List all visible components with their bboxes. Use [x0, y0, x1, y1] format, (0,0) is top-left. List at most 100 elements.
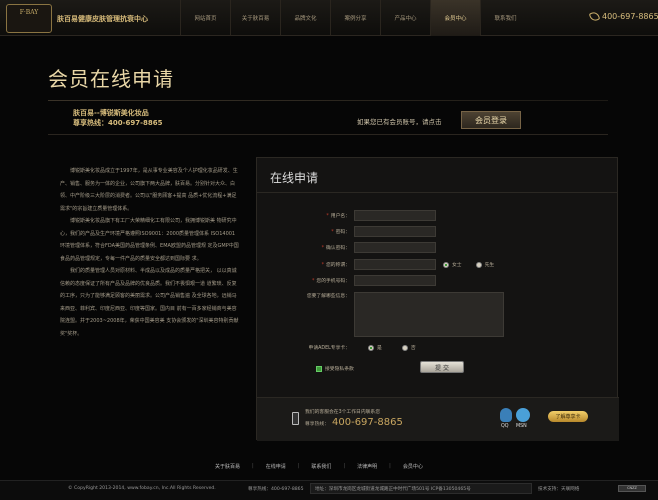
sms-no-option[interactable]: 否 — [401, 344, 416, 351]
password-row: * 密码： — [257, 226, 436, 237]
tech-support[interactable]: 技术支持：天联网络 — [538, 486, 579, 492]
sms-yes-option[interactable]: 是 — [368, 344, 382, 351]
info-label: 您要了解哪些信息： — [306, 294, 350, 299]
company-description: 博锐斯美化妆品成立于1997年，是从事专业美容及个人护理化妆品研发、生产、销售、… — [60, 165, 240, 340]
stats-badge[interactable]: CNZZ — [618, 485, 646, 492]
confirm-row: * 确认密码： — [257, 242, 436, 253]
cs-phone-number: 400-697-8865 — [332, 417, 403, 428]
required-mark: * — [312, 279, 315, 284]
agree-row: 接受隐私条款 — [316, 365, 354, 372]
description-paragraph: 我们的质量管理人员对原材料、半成品以及成品的质量严格把关， 以以真诚信赖的态度保… — [60, 268, 239, 337]
password-label-text: 密码： — [335, 230, 350, 235]
footer-address: 地址：深圳市龙岗区龙城街道龙城路正中时代广场501号 ICP备13050465号 — [310, 483, 532, 494]
username-row: * 用户名： — [257, 210, 436, 221]
radio-icon[interactable] — [401, 344, 408, 351]
footer-separator: | — [297, 463, 300, 469]
hotline-number: 400-697-8865 — [602, 12, 658, 21]
brand-name: 肤百易健康皮肤管理抗衰中心 — [57, 15, 148, 23]
sms-yes-label: 是 — [377, 346, 382, 351]
brand-logo[interactable]: F·BAY — [6, 4, 52, 33]
confirm-label-text: 确认密码： — [326, 246, 350, 251]
username-label: * 用户名： — [257, 212, 354, 219]
msn-label: MSN — [516, 424, 527, 429]
application-form: 在线申请 * 用户名： * 密码： * 确认密码： * 您的称谓： 女士 先生 * 您的手… — [256, 157, 619, 441]
password-label: * 密码： — [257, 228, 354, 235]
radio-checked-icon[interactable] — [368, 344, 374, 351]
nav-products[interactable]: 产品中心 — [380, 0, 430, 36]
cs-note: 我们的客服会在3个工作日内联系您 — [305, 410, 381, 415]
mobile-input[interactable] — [354, 275, 436, 286]
submit-button[interactable]: 提 交 — [420, 361, 464, 373]
footer-link-about[interactable]: 关于肤百易 — [215, 463, 240, 470]
company-info: 肤百易--博锐斯美化妆品 尊享热线：400-697-8865 — [73, 108, 163, 128]
confirm-password-input[interactable] — [354, 242, 436, 253]
info-textarea[interactable] — [354, 292, 504, 337]
company-name: 肤百易--博锐斯美化妆品 — [73, 109, 149, 117]
cs-phone-label: 尊享热线： — [305, 422, 329, 427]
member-question: 如果您已有会员账号，请点击 — [357, 118, 442, 126]
cs-phone: 尊享热线： 400-697-8865 — [305, 417, 403, 428]
password-input[interactable] — [354, 226, 436, 237]
footer-link-legal[interactable]: 法律声明 — [357, 463, 377, 470]
required-mark: * — [321, 246, 324, 251]
footer-link-member[interactable]: 会员中心 — [403, 463, 423, 470]
required-mark: * — [326, 214, 329, 219]
mobile-phone-icon — [292, 412, 299, 425]
divider — [48, 100, 608, 101]
phone-icon — [588, 10, 601, 23]
sms-row: 申请ADEL专享卡： 是 否 — [257, 344, 416, 351]
gender-male-label: 先生 — [484, 263, 495, 268]
page: F·BAY 肤百易健康皮肤管理抗衰中心 网站首页 关于肤百易 品牌文化 案例分享… — [0, 0, 658, 500]
msn-icon[interactable] — [516, 408, 530, 422]
nav-cases[interactable]: 案例分享 — [330, 0, 380, 36]
radio-checked-icon[interactable] — [443, 261, 449, 268]
nav-about[interactable]: 关于肤百易 — [230, 0, 280, 36]
name-label: * 您的称谓： — [257, 261, 354, 268]
divider — [48, 134, 608, 135]
gender-female-label: 女士 — [452, 263, 462, 268]
copyright: © CopyRight 2013-2014, www.fobay.cn, Inc… — [68, 486, 216, 491]
sms-no-label: 否 — [410, 346, 416, 351]
agree-label: 接受隐私条款 — [325, 367, 354, 372]
agree-checkbox[interactable] — [316, 365, 322, 372]
page-title: 会员在线申请 — [48, 67, 174, 91]
mobile-row: * 您的手机号码： — [257, 275, 436, 286]
logo-text: F·BAY — [19, 9, 39, 16]
learn-card-button[interactable]: 了解尊享卡 — [548, 411, 588, 422]
mobile-label-text: 您的手机号码： — [316, 279, 350, 284]
description-paragraph: 博锐斯美化妆品成立于1997年，是从事专业美容及个人护理化妆品研发、生产、销售、… — [60, 168, 238, 212]
footer-links: 关于肤百易 | 在线申请 | 联系我们 | 法律声明 | 会员中心 — [215, 463, 423, 470]
radio-icon[interactable] — [475, 261, 482, 268]
description-paragraph: 博锐斯美化妆品旗下有工厂大荣精细化工有限公司，我拥博锐斯美 物研究中心，我们的产… — [60, 218, 239, 262]
nav-brand-culture[interactable]: 品牌文化 — [280, 0, 330, 36]
gender-female-option[interactable]: 女士 — [443, 261, 462, 268]
footer-hotline: 尊享热线：400-697-8865 — [248, 487, 304, 492]
required-mark: * — [331, 230, 334, 235]
name-label-text: 您的称谓： — [326, 263, 350, 268]
form-footer: 我们的客服会在3个工作日内联系您 尊享热线： 400-697-8865 QQ MS… — [257, 397, 619, 441]
footer-separator: | — [389, 463, 391, 469]
sms-label: 申请ADEL专享卡： — [308, 346, 350, 351]
qq-icon[interactable] — [500, 408, 512, 422]
gender-male-option[interactable]: 先生 — [475, 261, 495, 268]
info-row: 您要了解哪些信息： — [257, 292, 504, 337]
username-input[interactable] — [354, 210, 436, 221]
footer-separator: | — [252, 463, 254, 469]
form-title: 在线申请 — [257, 158, 617, 193]
footer-separator: | — [343, 463, 346, 469]
footer-link-apply[interactable]: 在线申请 — [266, 463, 286, 470]
qq-label: QQ — [501, 424, 509, 429]
nav-home[interactable]: 网站首页 — [180, 0, 230, 36]
required-mark: * — [321, 263, 324, 268]
confirm-label: * 确认密码： — [257, 244, 354, 251]
name-input[interactable] — [354, 259, 436, 270]
footer-link-contact[interactable]: 联系我们 — [311, 463, 331, 470]
company-hotline: 尊享热线：400-697-8865 — [73, 119, 163, 127]
header-hotline: 400-697-8865 — [588, 10, 658, 23]
top-nav-bar: F·BAY 肤百易健康皮肤管理抗衰中心 网站首页 关于肤百易 品牌文化 案例分享… — [0, 0, 658, 36]
username-label-text: 用户名： — [330, 214, 350, 219]
name-row: * 您的称谓： 女士 先生 — [257, 259, 494, 270]
nav-contact[interactable]: 联系我们 — [480, 0, 530, 36]
member-login-button[interactable]: 会员登录 — [461, 111, 521, 129]
nav-member-center[interactable]: 会员中心 — [430, 0, 480, 36]
